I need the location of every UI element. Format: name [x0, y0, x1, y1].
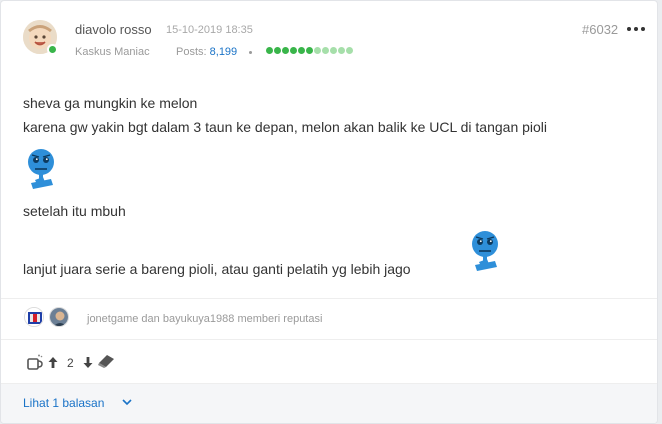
reputation-giver-avatar[interactable] [49, 307, 69, 327]
reputation-segment [298, 47, 305, 54]
reputation-segment [306, 47, 313, 54]
coffee-icon[interactable] [26, 353, 44, 371]
sad-emoticon-icon [472, 231, 498, 271]
post-text-line: karena gw yakin bgt dalam 3 taun ke depa… [23, 119, 548, 135]
sad-emoticon-icon [28, 149, 54, 189]
reputation-segment [346, 47, 353, 54]
eraser-icon[interactable] [96, 353, 116, 369]
reputation-text: jonetgame dan bayukuya1988 memberi reput… [87, 313, 323, 325]
separator-dot [249, 51, 252, 54]
reputation-giver-avatar[interactable] [24, 307, 44, 327]
downvote-arrow-icon[interactable] [82, 356, 94, 369]
post-date: 15-10-2019 18:35 [166, 24, 253, 36]
upvote-arrow-icon[interactable] [47, 356, 59, 369]
username[interactable]: diavolo rosso [75, 22, 152, 37]
reputation-segment [274, 47, 281, 54]
post-number[interactable]: #6032 [582, 22, 618, 37]
post-card: diavolo rosso 15-10-2019 18:35 #6032 Kas… [0, 0, 658, 424]
online-status-dot [47, 44, 58, 55]
post-text-line: lanjut juara serie a bareng pioli, atau … [23, 261, 411, 277]
posts-label-text: Posts: [176, 46, 207, 58]
reputation-segment [290, 47, 297, 54]
reputation-segment [322, 47, 329, 54]
reputation-segment [266, 47, 273, 54]
divider [1, 298, 657, 299]
post-text-line: sheva ga mungkin ke melon [23, 95, 198, 111]
post-count-label: Posts: 8,199 [176, 46, 237, 58]
user-rank: Kaskus Maniac [75, 46, 150, 58]
reputation-segment [282, 47, 289, 54]
reputation-segment [314, 47, 321, 54]
chevron-down-icon[interactable] [121, 397, 133, 407]
vote-count: 2 [67, 356, 74, 370]
divider [1, 339, 657, 340]
post-text-line: setelah itu mbuh [23, 203, 126, 219]
reputation-bar [266, 47, 353, 54]
more-options-icon[interactable] [627, 22, 645, 36]
view-replies-link[interactable]: Lihat 1 balasan [23, 396, 104, 410]
reputation-segment [330, 47, 337, 54]
reputation-segment [338, 47, 345, 54]
posts-count[interactable]: 8,199 [210, 46, 238, 58]
